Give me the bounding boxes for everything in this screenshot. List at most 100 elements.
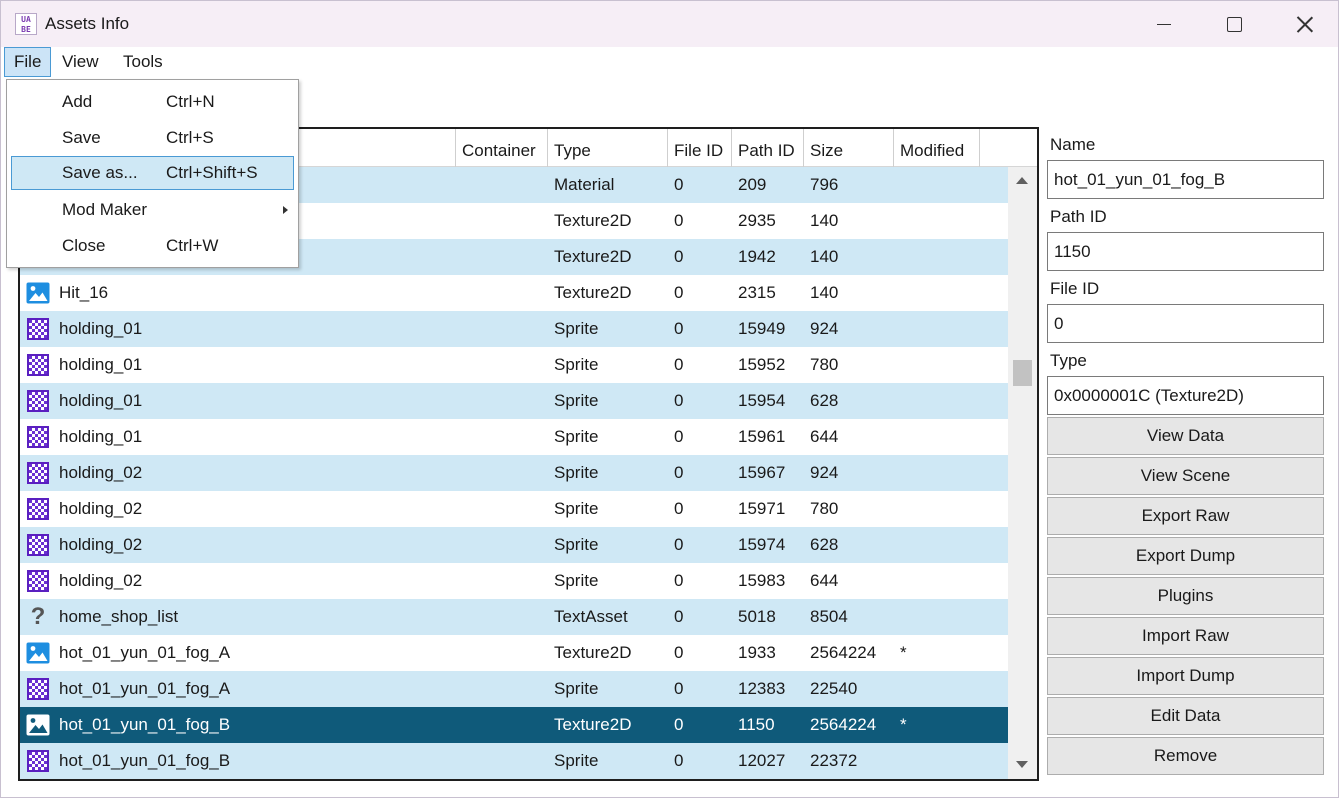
minimize-button[interactable] xyxy=(1129,1,1199,47)
asset-modified: * xyxy=(900,643,907,662)
vertical-scrollbar[interactable] xyxy=(1008,167,1037,779)
scroll-down-icon[interactable] xyxy=(1016,761,1028,768)
scroll-up-icon[interactable] xyxy=(1016,177,1028,184)
asset-file-id: 0 xyxy=(674,427,684,446)
asset-path-id: 1942 xyxy=(738,247,776,266)
edit-data-button[interactable]: Edit Data xyxy=(1047,697,1324,735)
column-header-file-id[interactable]: File ID xyxy=(668,129,732,167)
menu-item-add[interactable]: Add Ctrl+N xyxy=(11,85,294,119)
export-raw-button[interactable]: Export Raw xyxy=(1047,497,1324,535)
sprite-icon xyxy=(25,424,51,450)
asset-file-id: 0 xyxy=(674,319,684,338)
table-row[interactable]: holding_02 Sprite 0 15974 628 xyxy=(20,527,1008,563)
asset-size: 140 xyxy=(810,211,839,230)
asset-size: 628 xyxy=(810,391,839,410)
sprite-icon xyxy=(25,748,51,774)
file-id-label: File ID xyxy=(1050,279,1100,298)
view-scene-button[interactable]: View Scene xyxy=(1047,457,1324,495)
name-label: Name xyxy=(1050,135,1096,154)
file-id-field[interactable]: 0 xyxy=(1047,304,1324,343)
menu-file[interactable]: File xyxy=(4,47,52,77)
export-dump-button[interactable]: Export Dump xyxy=(1047,537,1324,575)
asset-name: holding_01 xyxy=(59,427,143,446)
type-field[interactable]: 0x0000001C (Texture2D) xyxy=(1047,376,1324,415)
asset-name: holding_02 xyxy=(59,535,143,554)
column-header-type[interactable]: Type xyxy=(548,129,668,167)
asset-size: 140 xyxy=(810,283,839,302)
submenu-arrow-icon xyxy=(283,206,288,214)
table-row[interactable]: ? home_shop_list TextAsset 0 5018 8504 xyxy=(20,599,1008,635)
table-row[interactable]: holding_01 Sprite 0 15961 644 xyxy=(20,419,1008,455)
asset-size: 780 xyxy=(810,355,839,374)
asset-name: holding_01 xyxy=(59,319,143,338)
table-row[interactable]: hot_01_yun_01_fog_B Texture2D 0 1150 2564224… xyxy=(20,707,1008,743)
app-logo-icon: UA BE xyxy=(15,13,37,35)
menu-item-mod-maker[interactable]: Mod Maker xyxy=(11,193,294,227)
asset-name: hot_01_yun_01_fog_B xyxy=(59,715,231,734)
asset-type: Sprite xyxy=(554,391,599,410)
asset-file-id: 0 xyxy=(674,715,684,734)
asset-type: Texture2D xyxy=(554,283,632,302)
column-header-size[interactable]: Size xyxy=(804,129,894,167)
asset-file-id: 0 xyxy=(674,607,684,626)
asset-size: 796 xyxy=(810,175,839,194)
table-row[interactable]: Hit_16 Texture2D 0 2315 140 xyxy=(20,275,1008,311)
asset-path-id: 15974 xyxy=(738,535,786,554)
table-row[interactable]: holding_01 Sprite 0 15949 924 xyxy=(20,311,1008,347)
menu-item-shortcut: Ctrl+S xyxy=(166,128,214,147)
window-title: Assets Info xyxy=(45,14,130,33)
asset-type: Sprite xyxy=(554,499,599,518)
asset-name: holding_02 xyxy=(59,463,143,482)
asset-path-id: 5018 xyxy=(738,607,776,626)
menu-item-close[interactable]: Close Ctrl+W xyxy=(11,229,294,263)
column-header-container[interactable]: Container xyxy=(456,129,548,167)
scroll-thumb[interactable] xyxy=(1013,360,1032,386)
menu-item-shortcut: Ctrl+N xyxy=(166,92,215,111)
table-row[interactable]: holding_02 Sprite 0 15983 644 xyxy=(20,563,1008,599)
name-field[interactable]: hot_01_yun_01_fog_B xyxy=(1047,160,1324,199)
asset-name: holding_01 xyxy=(59,355,143,374)
maximize-button[interactable] xyxy=(1199,1,1269,47)
asset-path-id: 15971 xyxy=(738,499,786,518)
path-id-field[interactable]: 1150 xyxy=(1047,232,1324,271)
table-row[interactable]: holding_02 Sprite 0 15971 780 xyxy=(20,491,1008,527)
table-row[interactable]: holding_01 Sprite 0 15954 628 xyxy=(20,383,1008,419)
table-row[interactable]: hot_01_yun_01_fog_B Sprite 0 12027 22372 xyxy=(20,743,1008,779)
menu-view[interactable]: View xyxy=(54,47,107,77)
plugins-button[interactable]: Plugins xyxy=(1047,577,1324,615)
column-header-modified[interactable]: Modified xyxy=(894,129,980,167)
column-header-path-id[interactable]: Path ID xyxy=(732,129,804,167)
sprite-icon xyxy=(25,388,51,414)
close-window-button[interactable] xyxy=(1269,1,1339,47)
import-dump-button[interactable]: Import Dump xyxy=(1047,657,1324,695)
asset-type: Sprite xyxy=(554,427,599,446)
view-data-button[interactable]: View Data xyxy=(1047,417,1324,455)
asset-type: Sprite xyxy=(554,355,599,374)
menu-tools[interactable]: Tools xyxy=(115,47,171,77)
menu-item-label: Save as... xyxy=(62,163,138,182)
menu-item-shortcut: Ctrl+W xyxy=(166,236,219,255)
menu-item-save-as[interactable]: Save as... Ctrl+Shift+S xyxy=(11,156,294,190)
asset-type: Sprite xyxy=(554,751,599,770)
asset-path-id: 2315 xyxy=(738,283,776,302)
asset-path-id: 15954 xyxy=(738,391,786,410)
remove-button[interactable]: Remove xyxy=(1047,737,1324,775)
asset-path-id: 2935 xyxy=(738,211,776,230)
table-row[interactable]: holding_02 Sprite 0 15967 924 xyxy=(20,455,1008,491)
asset-path-id: 1933 xyxy=(738,643,776,662)
asset-name: hot_01_yun_01_fog_A xyxy=(59,643,231,662)
table-row[interactable]: hot_01_yun_01_fog_A Texture2D 0 1933 2564224… xyxy=(20,635,1008,671)
table-row[interactable]: holding_01 Sprite 0 15952 780 xyxy=(20,347,1008,383)
import-raw-button[interactable]: Import Raw xyxy=(1047,617,1324,655)
asset-file-id: 0 xyxy=(674,211,684,230)
asset-type: Texture2D xyxy=(554,247,632,266)
menu-item-save[interactable]: Save Ctrl+S xyxy=(11,121,294,155)
asset-file-id: 0 xyxy=(674,355,684,374)
asset-size: 22540 xyxy=(810,679,858,698)
table-row[interactable]: hot_01_yun_01_fog_A Sprite 0 12383 22540 xyxy=(20,671,1008,707)
asset-size: 780 xyxy=(810,499,839,518)
menu-item-label: Mod Maker xyxy=(62,200,148,219)
asset-name: home_shop_list xyxy=(59,607,179,626)
asset-name: holding_02 xyxy=(59,571,143,590)
sprite-icon xyxy=(25,316,51,342)
